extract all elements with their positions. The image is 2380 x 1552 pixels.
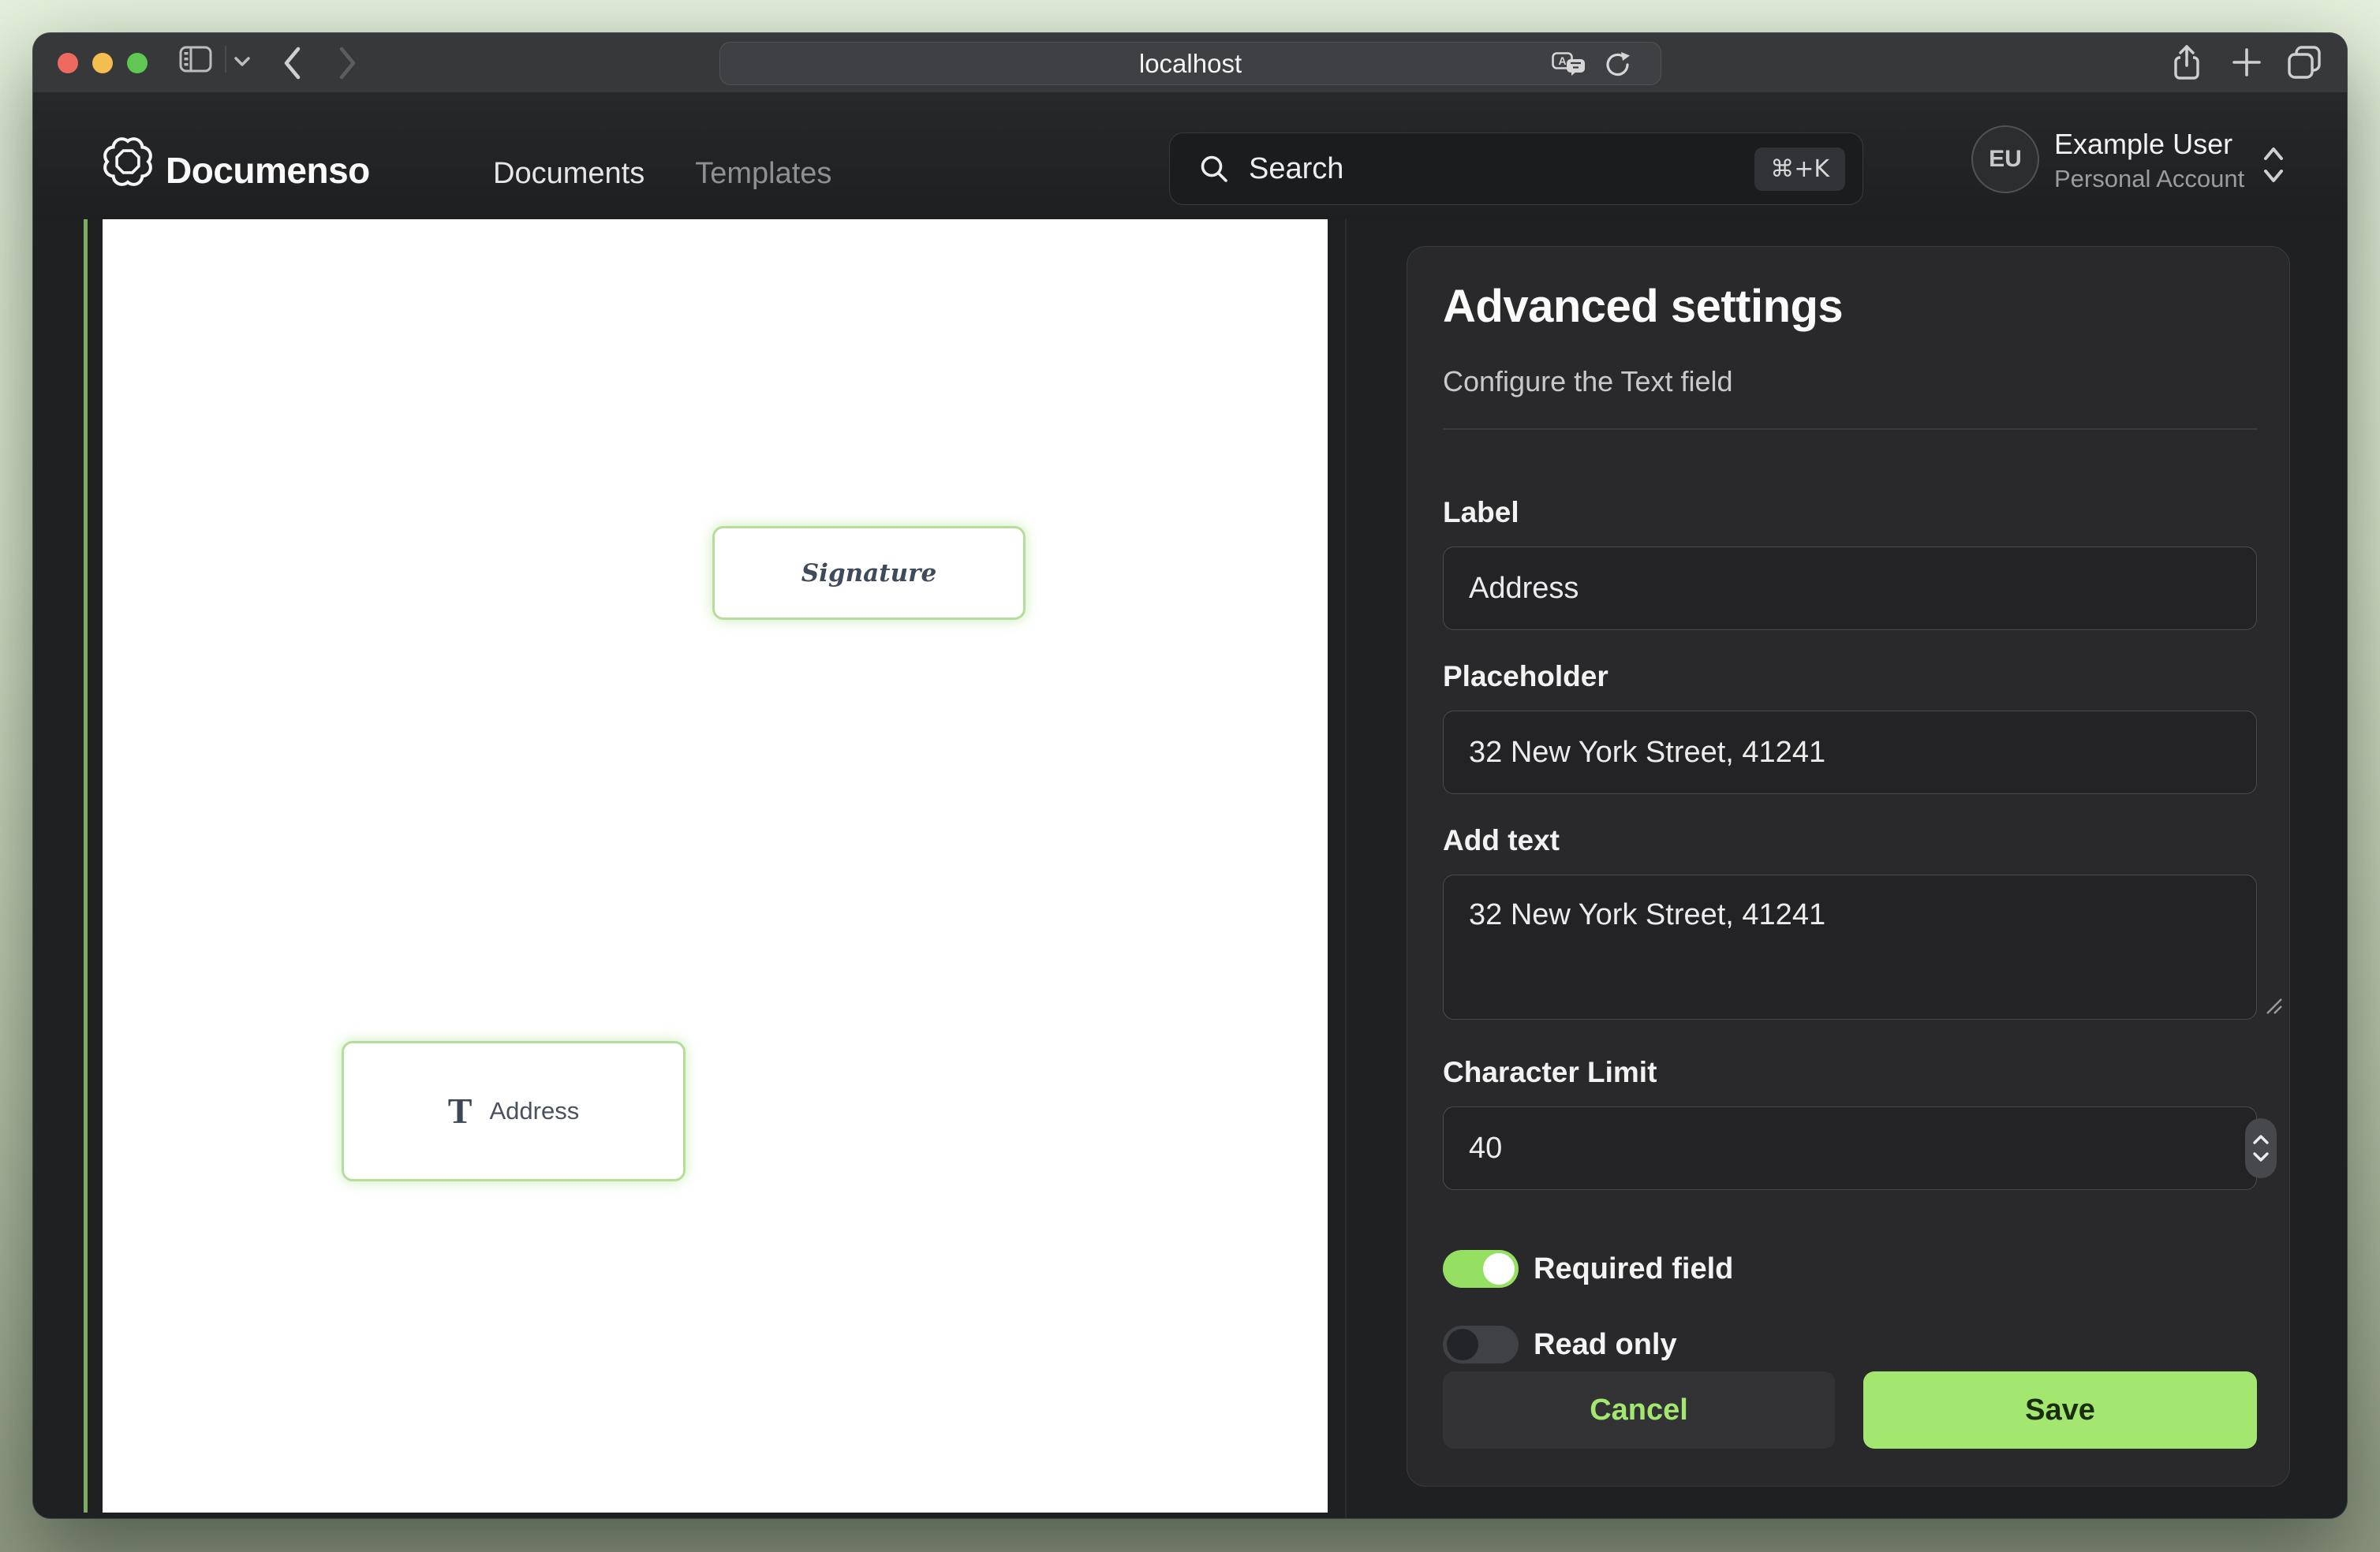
document-progress-line: [84, 219, 88, 1513]
textarea-resize-handle[interactable]: [2262, 994, 2283, 1015]
svg-text:A: A: [1558, 54, 1566, 67]
character-limit-input[interactable]: [1443, 1106, 2257, 1190]
main-nav: Documents Templates: [493, 159, 831, 188]
label-field-label: Label: [1443, 496, 1519, 529]
document-page: Signature T Address: [103, 219, 1328, 1513]
stepper-up-icon[interactable]: [2251, 1133, 2270, 1146]
documenso-logo-icon[interactable]: [101, 135, 155, 188]
add-text-field-label: Add text: [1443, 824, 1560, 857]
toolbar-separator: [225, 46, 226, 73]
close-window-button[interactable]: [58, 53, 78, 73]
browser-window: localhost A: [33, 33, 2347, 1518]
stepper-down-icon[interactable]: [2251, 1151, 2270, 1163]
address-bar[interactable]: localhost A: [719, 42, 1661, 85]
new-tab-icon[interactable]: [2231, 47, 2262, 78]
signature-field-label: Signature: [801, 559, 936, 588]
placeholder-input[interactable]: [1443, 711, 2257, 794]
avatar[interactable]: EU: [1971, 125, 2039, 193]
text-field-address[interactable]: T Address: [342, 1041, 686, 1181]
label-input[interactable]: [1443, 547, 2257, 630]
translate-icon[interactable]: A: [1552, 52, 1588, 76]
signature-field[interactable]: Signature: [712, 526, 1026, 620]
search-shortcut-badge: ⌘+K: [1754, 147, 1845, 191]
panel-title: Advanced settings: [1443, 280, 1843, 333]
zoom-window-button[interactable]: [127, 53, 148, 73]
user-account-type: Personal Account: [2054, 165, 2244, 193]
toggle-knob: [1447, 1329, 1478, 1360]
read-only-label: Read only: [1534, 1326, 1677, 1364]
minimize-window-button[interactable]: [92, 53, 113, 73]
avatar-initials: EU: [1989, 146, 2022, 173]
panel-subtitle: Configure the Text field: [1443, 365, 1733, 398]
account-switcher-chevrons-icon[interactable]: [2259, 144, 2288, 185]
required-field-toggle[interactable]: [1443, 1250, 1519, 1288]
main-content: Signature T Address Advanced settings Co…: [33, 219, 2347, 1518]
brand-name[interactable]: Documenso: [166, 152, 370, 188]
text-field-label: Address: [489, 1097, 579, 1125]
save-button[interactable]: Save: [1863, 1371, 2257, 1449]
chevron-down-icon[interactable]: [234, 56, 251, 68]
placeholder-field-label: Placeholder: [1443, 660, 1608, 693]
nav-item-templates[interactable]: Templates: [695, 159, 831, 188]
number-stepper[interactable]: [2245, 1118, 2277, 1178]
nav-item-documents[interactable]: Documents: [493, 159, 645, 188]
text-field-type-icon: T: [448, 1093, 473, 1129]
reload-icon[interactable]: [1604, 50, 1632, 79]
advanced-settings-panel: Advanced settings Configure the Text fie…: [1407, 246, 2290, 1487]
desktop: { "browser": { "url": "localhost" }, "ap…: [0, 0, 2380, 1552]
sidebar-toggle-icon[interactable]: [179, 46, 212, 73]
app-header: Documenso Documents Templates Search ⌘+K…: [33, 92, 2347, 219]
share-icon[interactable]: [2169, 43, 2204, 83]
url-text: localhost: [1139, 49, 1242, 79]
read-only-toggle[interactable]: [1443, 1326, 1519, 1364]
forward-button[interactable]: [337, 45, 359, 81]
panel-title-divider: [1443, 428, 2257, 430]
required-field-label: Required field: [1534, 1250, 1733, 1288]
panel-divider: [1345, 219, 1347, 1518]
back-button[interactable]: [281, 45, 303, 81]
user-name: Example User: [2054, 129, 2232, 160]
add-text-textarea[interactable]: 32 New York Street, 41241: [1443, 875, 2257, 1020]
search-input[interactable]: Search ⌘+K: [1169, 132, 1863, 205]
tab-overview-icon[interactable]: [2286, 44, 2322, 80]
character-limit-field-label: Character Limit: [1443, 1056, 1657, 1089]
browser-toolbar: localhost A: [33, 33, 2347, 93]
search-placeholder: Search: [1249, 152, 1343, 186]
toggle-knob: [1483, 1253, 1515, 1285]
search-icon: [1198, 153, 1230, 185]
cancel-button[interactable]: Cancel: [1443, 1371, 1835, 1449]
